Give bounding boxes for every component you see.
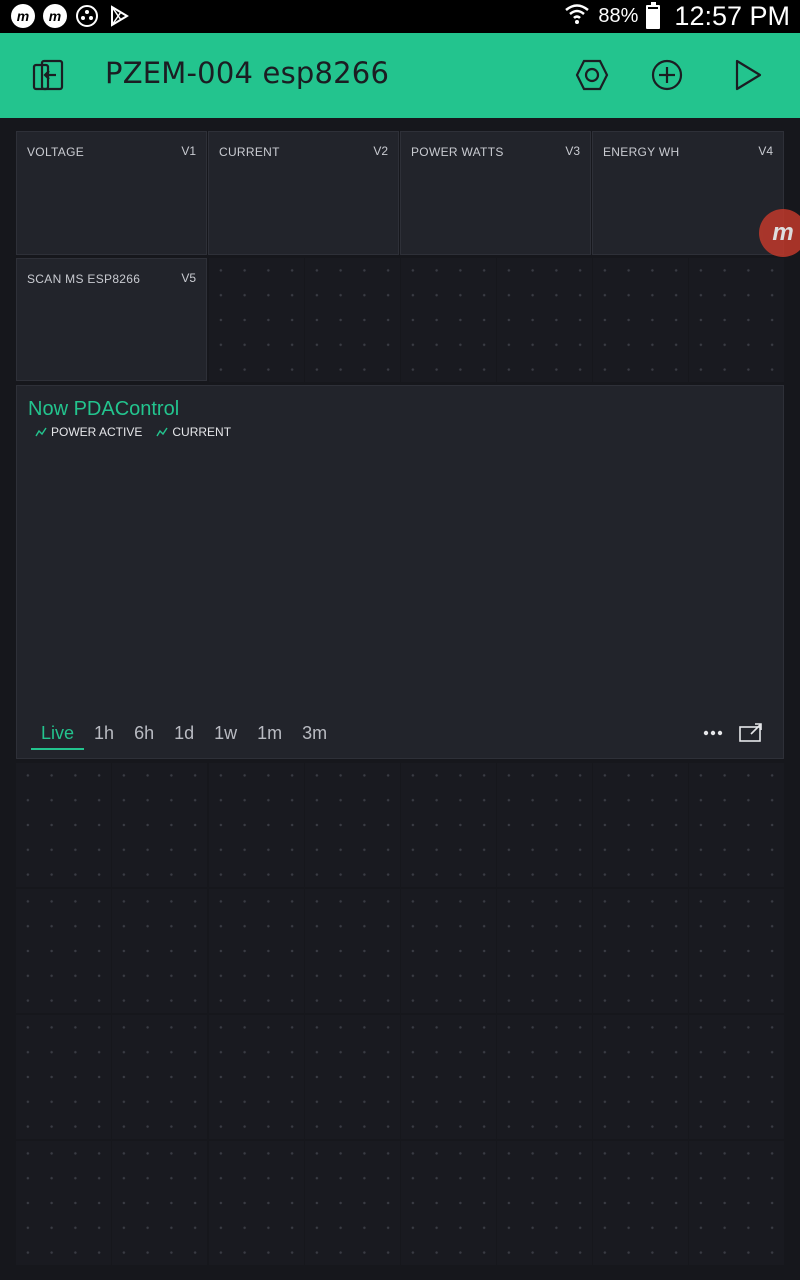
clock: 12:57 PM [674,1,790,31]
wifi-icon [564,1,590,32]
widget-label: POWER WATTS [411,145,504,159]
m-app-icon: m [42,3,68,29]
empty-grid-cell[interactable] [593,1141,688,1265]
widget-label: ENERGY WH [603,145,680,159]
empty-grid-cell[interactable] [689,258,784,382]
empty-grid-cell[interactable] [401,258,496,382]
settings-hex-icon[interactable] [572,55,612,95]
widget-label: CURRENT [219,145,280,159]
m-app-icon: m [10,3,36,29]
empty-grid-cell[interactable] [401,1015,496,1139]
empty-grid-cell[interactable] [497,763,592,887]
widget-pin: V2 [373,144,388,158]
battery-icon [646,1,661,29]
line-chart-icon [156,427,168,437]
empty-grid-cell[interactable] [112,889,207,1013]
empty-grid-cell[interactable] [305,763,400,887]
empty-grid-cell[interactable] [689,763,784,887]
empty-grid-cell[interactable] [209,1141,304,1265]
widget-pin: V3 [565,144,580,158]
empty-grid-cell[interactable] [16,889,111,1013]
time-period-tabs: Live 1h 6h 1d 1w 1m 3m [31,722,337,750]
widget-pin: V4 [758,144,773,158]
empty-grid-cell[interactable] [305,1141,400,1265]
legend-label: CURRENT [172,425,232,439]
empty-grid-cell[interactable] [112,1141,207,1265]
svg-text:m: m [17,8,29,24]
energy-wh-display-widget[interactable]: ENERGY WH V4 [592,131,784,255]
empty-grid-cell[interactable] [305,258,400,382]
app-toolbar: PZEM-004 esp8266 [0,33,800,118]
current-display-widget[interactable]: CURRENT V2 [208,131,399,255]
empty-grid-cell[interactable] [209,763,304,887]
add-icon[interactable] [647,55,687,95]
empty-grid-cell[interactable] [305,1015,400,1139]
fullscreen-icon[interactable] [739,723,763,743]
back-exit-icon[interactable] [30,57,68,95]
line-chart-icon [35,427,47,437]
chart-title: Now PDAControl [28,398,180,420]
play-store-icon [106,3,132,29]
tab-3m[interactable]: 3m [292,722,337,750]
widget-label: SCAN MS ESP8266 [27,272,141,286]
empty-grid-cell[interactable] [497,889,592,1013]
tab-1w[interactable]: 1w [204,722,247,750]
empty-grid-cell[interactable] [16,1141,111,1265]
empty-grid-cell[interactable] [401,1141,496,1265]
empty-grid-cell[interactable] [497,258,592,382]
tab-1m[interactable]: 1m [247,722,292,750]
empty-grid-cell[interactable] [209,258,304,382]
power-watts-display-widget[interactable]: POWER WATTS V3 [400,131,591,255]
superchart-widget[interactable]: Now PDAControl POWER ACTIVE CURRENT Live… [16,385,784,759]
legend-item[interactable]: POWER ACTIVE [35,425,142,439]
empty-grid-cell[interactable] [209,1015,304,1139]
widget-pin: V5 [181,271,196,285]
empty-grid-cell[interactable] [593,258,688,382]
empty-grid-cell[interactable] [689,1015,784,1139]
scan-ms-display-widget[interactable]: SCAN MS ESP8266 V5 [16,258,207,381]
svg-text:m: m [49,8,61,24]
circle-dots-icon [74,3,100,29]
empty-grid-cell[interactable] [401,763,496,887]
battery-percent: 88% [598,5,639,27]
legend-label: POWER ACTIVE [51,425,143,439]
legend-item[interactable]: CURRENT [156,425,231,439]
empty-grid-cell[interactable] [593,889,688,1013]
more-options-icon[interactable] [703,726,723,740]
empty-grid-cell[interactable] [16,1015,111,1139]
tab-live[interactable]: Live [31,722,85,750]
widget-label: VOLTAGE [27,145,85,159]
empty-grid-cell[interactable] [16,763,111,887]
notification-icons: m m [10,3,132,29]
dashboard-canvas[interactable]: VOLTAGE V1 CURRENT V2 POWER WATTS V3 ENE… [16,131,784,1267]
empty-grid-cell[interactable] [209,889,304,1013]
chart-legend: POWER ACTIVE CURRENT [35,425,231,439]
empty-grid-cell[interactable] [112,1015,207,1139]
empty-grid-cell[interactable] [401,889,496,1013]
tab-1d[interactable]: 1d [164,722,204,750]
project-title: PZEM-004 esp8266 [105,56,390,90]
tab-6h[interactable]: 6h [124,722,164,750]
empty-grid-cell[interactable] [689,1141,784,1265]
floating-app-button[interactable]: m [759,209,800,257]
empty-grid-cell[interactable] [305,889,400,1013]
empty-grid-cell[interactable] [497,1141,592,1265]
play-icon[interactable] [727,55,767,95]
empty-grid-cell[interactable] [689,889,784,1013]
empty-grid-cell[interactable] [593,763,688,887]
empty-grid-cell[interactable] [112,763,207,887]
empty-grid-cell[interactable] [497,1015,592,1139]
status-bar: m m 88% 12:57 PM [0,0,800,33]
empty-grid-cell[interactable] [593,1015,688,1139]
tab-1h[interactable]: 1h [84,722,124,750]
widget-pin: V1 [181,144,196,158]
voltage-display-widget[interactable]: VOLTAGE V1 [16,131,207,255]
